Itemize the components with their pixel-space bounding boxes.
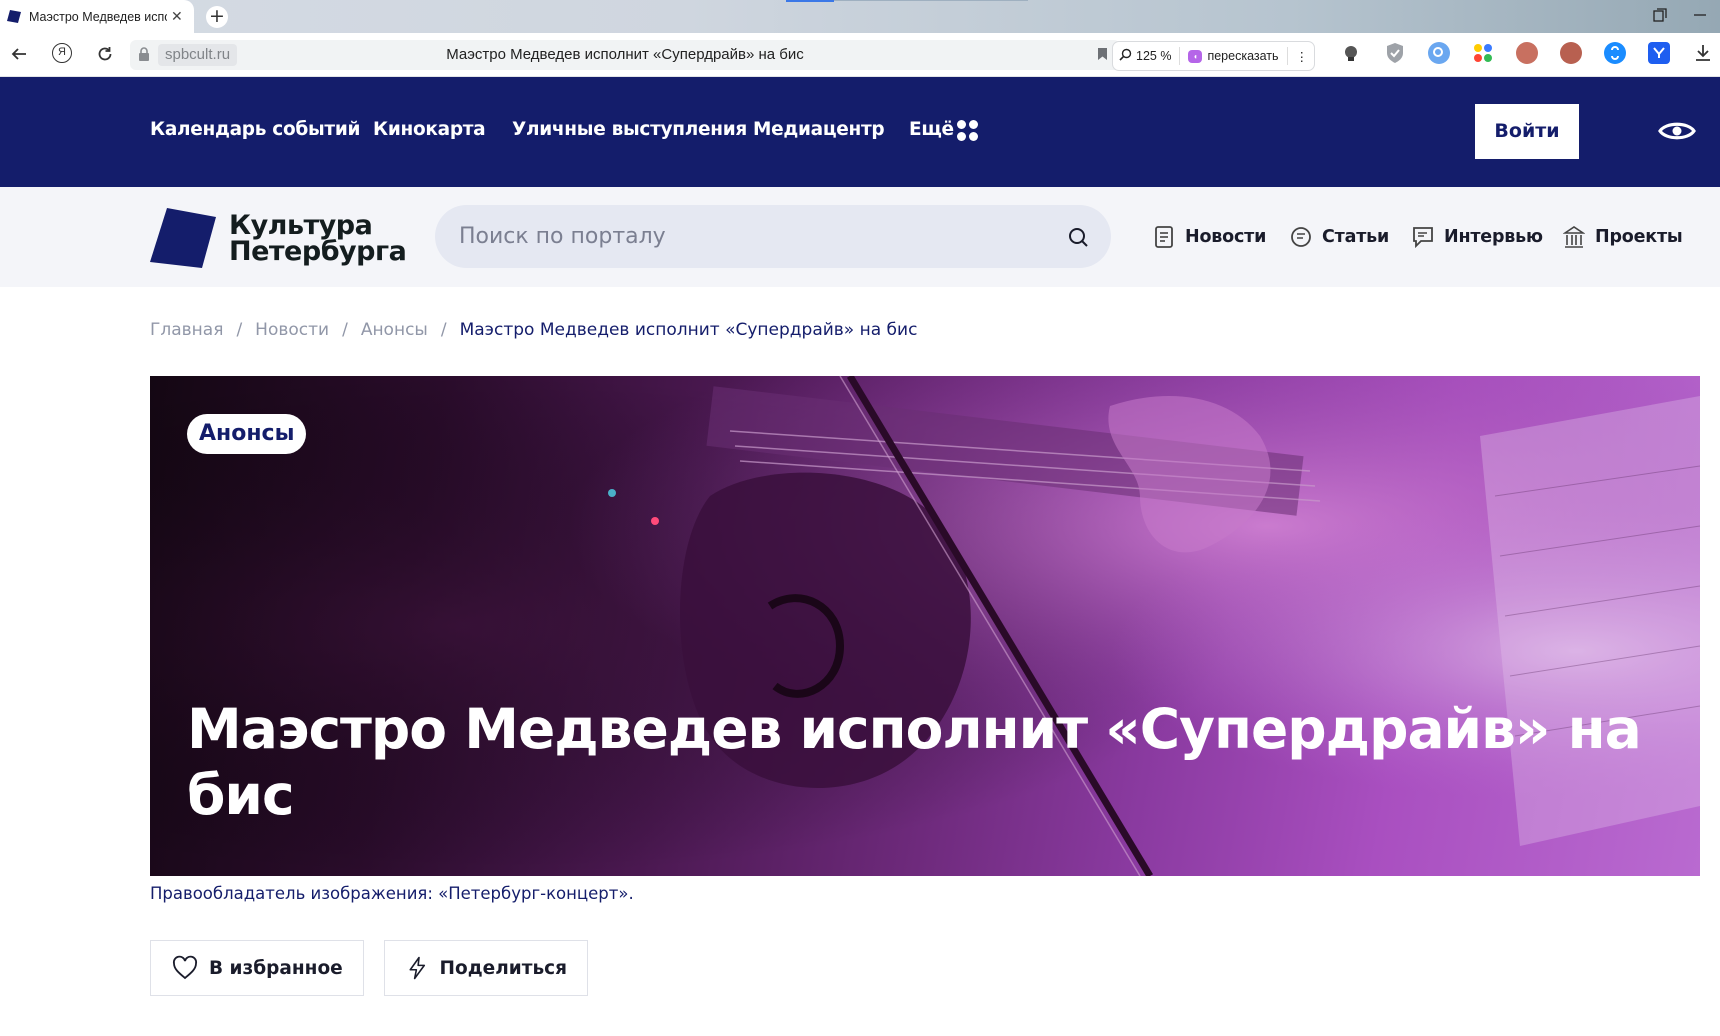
extensions-row	[1340, 42, 1720, 64]
site-subheader: Культура Петербурга Новости Статьи Интер…	[0, 187, 1720, 287]
more-menu-icon[interactable]: ⋮	[1296, 49, 1309, 64]
nav-item-kinokarta[interactable]: Кинокарта	[373, 119, 486, 140]
accessibility-eye-icon[interactable]	[1658, 118, 1696, 144]
login-button[interactable]: Войти	[1475, 104, 1579, 159]
image-credit: Правообладатель изображения: «Петербург-…	[150, 884, 634, 903]
pill-divider	[1286, 47, 1288, 65]
zoom-icon[interactable]	[1119, 48, 1132, 64]
pill-divider	[1179, 47, 1181, 65]
url-page-title: Маэстро Медведев исполнит «Супердрайв» н…	[446, 46, 804, 63]
browser-tab-active[interactable]: Маэстро Медведев исполнит «Супердрайв» н…	[0, 0, 194, 33]
search-input[interactable]	[459, 224, 1039, 249]
retell-button[interactable]: пересказать	[1207, 49, 1278, 63]
shield-extension-icon[interactable]	[1384, 42, 1406, 64]
browser-tab-bar: Маэстро Медведев исполнит «Супердрайв» н…	[0, 0, 1720, 33]
subnav-articles[interactable]: Статьи	[1290, 225, 1389, 249]
articles-icon	[1291, 227, 1311, 247]
site-logo-text[interactable]: Культура Петербурга	[229, 212, 407, 267]
tab-strip-line	[834, 0, 1028, 1]
breadcrumb-separator: /	[342, 320, 348, 340]
bookmark-icon[interactable]	[1097, 47, 1108, 61]
tab-title: Маэстро Медведев исполнит «Супердрайв» н…	[29, 9, 167, 24]
subnav-news[interactable]: Новости	[1153, 225, 1266, 249]
subnav-articles-label: Статьи	[1322, 227, 1390, 247]
new-tab-button[interactable]: +	[206, 6, 228, 28]
tab-close-icon[interactable]: ✕	[171, 9, 183, 25]
favorites-label: В избранное	[209, 957, 343, 979]
share-label: Поделиться	[439, 957, 567, 979]
share-button[interactable]: Поделиться	[384, 940, 588, 996]
yandex-button[interactable]: Я	[52, 43, 72, 63]
breadcrumb: Главная / Новости / Анонсы / Маэстро Мед…	[150, 320, 917, 340]
url-field[interactable]: spbcult.ru Маэстро Медведев исполнит «Су…	[130, 40, 1120, 70]
nav-item-more[interactable]: Ещё	[909, 119, 954, 140]
site-favicon-icon	[7, 10, 21, 23]
search-extension-icon[interactable]	[1428, 42, 1450, 64]
search-icon[interactable]	[1067, 226, 1089, 248]
zoom-retell-pill: 125 % ◖ пересказать ⋮	[1112, 41, 1316, 71]
add-to-favorites-button[interactable]: В избранное	[150, 940, 364, 996]
breadcrumb-separator: /	[236, 320, 243, 340]
lightning-share-icon	[409, 956, 426, 980]
heart-icon	[173, 955, 197, 980]
browser-address-bar: Я spbcult.ru Маэстро Медведев исполнит «…	[0, 33, 1720, 77]
breadcrumb-announcements[interactable]: Анонсы	[361, 320, 428, 340]
more-grid-icon[interactable]	[957, 120, 979, 142]
site-logo-icon[interactable]	[150, 208, 216, 268]
yandex-y-extension-icon[interactable]	[1648, 42, 1670, 64]
back-arrow-icon[interactable]	[10, 45, 28, 63]
subnav-projects-label: Проекты	[1595, 227, 1683, 247]
shazam-extension-icon[interactable]	[1604, 42, 1626, 64]
minimize-icon[interactable]	[1680, 8, 1720, 26]
breadcrumb-news[interactable]: Новости	[255, 320, 329, 340]
breadcrumb-home[interactable]: Главная	[150, 320, 223, 340]
subnav-projects[interactable]: Проекты	[1563, 225, 1683, 249]
article-hero-image: Анонсы Маэстро Медведев исполнит «Суперд…	[150, 376, 1700, 876]
subnav-interviews-label: Интервью	[1444, 227, 1543, 247]
reload-icon[interactable]	[96, 45, 114, 63]
interview-icon	[1413, 227, 1433, 249]
article-title: Маэстро Медведев исполнит «Супердрайв» н…	[187, 697, 1642, 827]
news-icon	[1155, 226, 1173, 248]
subnav-interviews[interactable]: Интервью	[1412, 225, 1543, 249]
apps-extension-icon[interactable]	[1472, 42, 1494, 64]
nav-item-calendar[interactable]: Календарь событий	[150, 119, 360, 140]
breadcrumb-current: Маэстро Медведев исполнит «Супердрайв» н…	[459, 320, 918, 340]
category-badge[interactable]: Анонсы	[187, 414, 307, 454]
retell-icon: ◖	[1188, 49, 1203, 63]
tab-list-icon[interactable]	[1640, 7, 1680, 26]
logo-line-2: Петербурга	[229, 236, 407, 267]
lightbulb-extension-icon[interactable]	[1340, 42, 1362, 64]
mascot-extension-2-icon[interactable]	[1560, 42, 1582, 64]
projects-building-icon	[1563, 226, 1585, 248]
downloads-icon[interactable]	[1692, 42, 1714, 64]
nav-item-street-performances[interactable]: Уличные выступления	[512, 119, 747, 140]
subnav-news-label: Новости	[1185, 227, 1267, 247]
nav-item-mediacenter[interactable]: Медиацентр	[753, 119, 885, 140]
site-top-navigation: Календарь событий Кинокарта Уличные выст…	[0, 77, 1720, 187]
tab-loading-indicator	[786, 0, 834, 2]
window-controls	[1640, 0, 1720, 33]
breadcrumb-separator: /	[440, 320, 447, 340]
mascot-extension-icon[interactable]	[1516, 42, 1538, 64]
portal-search	[435, 205, 1111, 268]
zoom-level[interactable]: 125 %	[1136, 49, 1171, 63]
